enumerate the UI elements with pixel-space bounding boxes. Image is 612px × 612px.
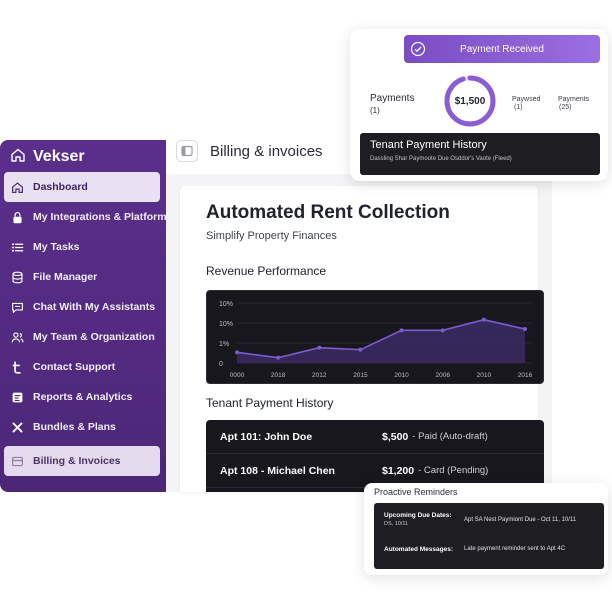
sidebar-item-label: My Team & Organization <box>33 331 155 343</box>
data-point <box>481 317 486 322</box>
sidebar-item-label: File Manager <box>33 271 98 283</box>
data-point <box>523 327 527 331</box>
data-point <box>399 328 404 333</box>
check-circle-icon <box>410 41 426 57</box>
sidebar-item-file-manager[interactable]: File Manager <box>4 262 160 292</box>
sidebar-item-support[interactable]: Contact Support <box>4 352 160 382</box>
x-tick-label: 2010 <box>477 372 492 379</box>
reports-icon <box>10 390 24 404</box>
sidebar-item-label: Billing & Invoices <box>33 455 121 467</box>
revenue-chart-svg: 10%10%1%00000 2018 2012 2015 2010 2006 2010 201… <box>219 301 533 379</box>
x-tick-label: 2016 <box>518 372 533 379</box>
proactive-reminders-card: Proactive Reminders Upcoming Due Dates: … <box>364 483 608 575</box>
payment-amount: $1,200 <box>382 464 415 477</box>
sidebar-item-integrations[interactable]: My Integrations & Platforms <box>4 202 166 232</box>
hero-subtitle: Simplify Property Finances <box>206 230 337 242</box>
revenue-title: Revenue Performance <box>206 264 327 278</box>
sidebar: Vekser Dashboard My Integrations & Platf… <box>0 140 166 492</box>
x-tick-label: 2012 <box>312 372 327 379</box>
y-tick-label: 1% <box>219 341 229 348</box>
sidebar-item-bundles[interactable]: Bundles & Plans <box>4 412 160 442</box>
history-title: Tenant Payment History <box>206 396 334 410</box>
automated-messages-text: Late payment reminder sent to Apt 4C <box>464 546 566 552</box>
data-point <box>276 355 281 360</box>
sidebar-item-dashboard[interactable]: Dashboard <box>4 172 160 202</box>
tenant-history-banner[interactable]: Tenant Payment History Dassling Shar Pay… <box>360 133 600 175</box>
main-window: Billing & invoices Automated Rent Collec… <box>166 128 552 492</box>
revenue-chart: 10% 10% 1% 0 0000 2018 2012 2015 2010 2006 2010 201… <box>206 290 544 384</box>
home-outline-icon <box>10 147 26 168</box>
tools-icon <box>10 420 24 434</box>
payments-count: (1) <box>370 106 380 115</box>
team-icon <box>10 330 24 344</box>
payment-amount: $,500 <box>382 430 409 443</box>
payment-received-banner[interactable]: Payment Received <box>404 35 600 63</box>
lock-icon <box>10 210 24 224</box>
sidebar-item-label: Bundles & Plans <box>33 421 116 433</box>
due-dates-label: Upcoming Due Dates: <box>384 512 452 519</box>
data-point <box>235 350 239 355</box>
table-row[interactable]: Apt 101: John Doe $,500 - Paid (Auto-dra… <box>206 420 544 454</box>
due-dates-sub: DS, 10/11 <box>384 521 409 527</box>
x-tick-label: 2010 <box>394 372 409 379</box>
sidebar-item-billing[interactable]: Billing & Invoices <box>4 446 160 476</box>
history-banner-subtitle: Dassling Shar Paymoote Due Osddor's Vaot… <box>370 156 512 162</box>
sidebar-item-label: Dashboard <box>33 181 88 193</box>
brand-name: Vekser <box>33 148 85 165</box>
reminders-panel: Upcoming Due Dates: DS, 10/11 Apt SA Nes… <box>374 503 604 569</box>
data-point <box>317 345 322 350</box>
database-icon <box>10 270 24 284</box>
x-tick-label: 2018 <box>271 372 286 379</box>
reminders-title: Proactive Reminders <box>374 487 458 497</box>
chat-icon <box>10 300 24 314</box>
y-tick-label: 10% <box>219 301 233 308</box>
automated-messages-label: Automated Messages: <box>384 546 453 553</box>
x-tick-label: 2015 <box>353 372 368 379</box>
paywsed-count: (1) <box>514 104 523 111</box>
payment-total: $1,500 <box>454 95 486 107</box>
sidebar-item-tasks[interactable]: My Tasks <box>4 232 160 262</box>
sidebar-item-label: My Tasks <box>33 241 80 253</box>
sidebar-item-chat[interactable]: Chat With My Assistants <box>4 292 160 322</box>
hero-title: Automated Rent Collection <box>206 202 450 223</box>
due-dates-text: Apt SA Nest Paymiont Due - Oct 11, 10/11 <box>464 517 577 523</box>
sidebar-nav: Dashboard My Integrations & Platforms My… <box>0 172 166 476</box>
payments-label: Payments <box>370 93 415 104</box>
rent-collection-card: Automated Rent Collection Simplify Prope… <box>180 186 544 492</box>
payment-status: - Paid (Auto-draft) <box>412 431 488 442</box>
payment-history-table: Apt 101: John Doe $,500 - Paid (Auto-dra… <box>206 420 544 492</box>
sidebar-item-team[interactable]: My Team & Organization <box>4 322 160 352</box>
payment-received-card: Payment Received Payments (1) $1,500 Pay… <box>350 29 608 181</box>
billing-icon <box>10 454 24 468</box>
home-icon <box>10 180 24 194</box>
tenant-name: Apt 101: John Doe <box>220 430 313 443</box>
page-title: Billing & invoices <box>210 142 323 160</box>
sidebar-item-label: Reports & Analytics <box>33 391 133 403</box>
tenant-name: Apt 108 - Michael Chen <box>220 464 335 477</box>
sidebar-item-label: Contact Support <box>33 361 116 373</box>
data-point <box>440 328 445 333</box>
sidebar-item-label: Chat With My Assistants <box>33 301 156 313</box>
payment-status: - Card (Pending) <box>418 465 489 476</box>
sidebar-item-label: My Integrations & Platforms <box>33 211 166 223</box>
history-banner-title: Tenant Payment History <box>370 139 487 151</box>
data-point <box>358 347 363 352</box>
sidebar-item-reports[interactable]: Reports & Analytics <box>4 382 160 412</box>
support-icon <box>10 360 24 374</box>
x-tick-label: 0000 <box>230 372 245 379</box>
panel-toggle-icon[interactable] <box>176 140 198 162</box>
list-icon <box>10 240 24 254</box>
x-tick-label: 2006 <box>435 372 450 379</box>
banner-label: Payment Received <box>460 43 544 55</box>
y-tick-label: 0 <box>219 361 223 368</box>
y-tick-label: 10% <box>219 321 233 328</box>
brand[interactable]: Vekser <box>0 140 166 172</box>
payments-secondary-count: (25) <box>559 104 572 111</box>
